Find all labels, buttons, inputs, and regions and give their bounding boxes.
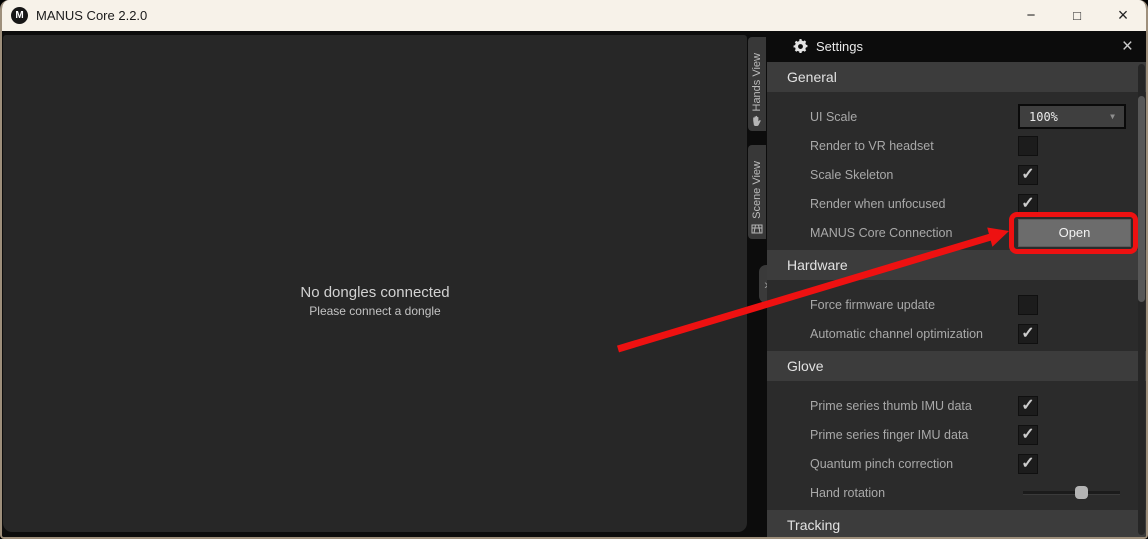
section-header-general: General [767,62,1146,92]
section-header-hardware: Hardware [767,250,1146,280]
hand-rotation-slider[interactable] [1023,486,1120,500]
section-header-tracking: Tracking [767,510,1146,537]
settings-header: Settings × [767,31,1146,62]
gear-icon [793,39,808,54]
row-quantum-pinch: Quantum pinch correction [767,449,1146,478]
slider-track [1023,491,1120,495]
row-label: MANUS Core Connection [810,226,1018,240]
row-label: Scale Skeleton [810,168,1018,182]
row-label: Hand rotation [810,486,1018,500]
scene-icon [751,223,763,235]
row-label: Prime series finger IMU data [810,428,1018,442]
quantum-pinch-checkbox[interactable] [1018,454,1038,474]
scrollbar-thumb[interactable] [1138,96,1145,302]
row-label: Automatic channel optimization [810,327,1018,341]
finger-imu-checkbox[interactable] [1018,425,1038,445]
main-viewport: No dongles connected Please connect a do… [3,35,747,532]
section-header-glove: Glove [767,351,1146,381]
window-controls: − □ × [1008,0,1146,31]
section-hardware-rows: Force firmware update Automatic channel … [767,280,1146,351]
row-hand-rotation: Hand rotation [767,478,1146,507]
view-tabstrip: Hands View Scene View [748,37,766,253]
row-label: Render to VR headset [810,139,1018,153]
connect-dongle-hint: Please connect a dongle [309,304,440,318]
titlebar: M MANUS Core 2.2.0 − □ × [2,0,1146,31]
window-title: MANUS Core 2.2.0 [36,8,147,23]
row-render-unfocused: Render when unfocused [767,189,1146,218]
scale-skeleton-checkbox[interactable] [1018,165,1038,185]
hand-icon [751,115,763,127]
row-scale-skeleton: Scale Skeleton [767,160,1146,189]
row-label: UI Scale [810,110,1018,124]
tab-scene-view-label: Scene View [751,161,763,219]
auto-channel-checkbox[interactable] [1018,324,1038,344]
close-window-button[interactable]: × [1100,0,1146,31]
slider-thumb[interactable] [1075,486,1088,499]
row-label: Render when unfocused [810,197,1018,211]
force-firmware-checkbox[interactable] [1018,295,1038,315]
row-label: Force firmware update [810,298,1018,312]
settings-title: Settings [816,39,863,54]
row-force-firmware: Force firmware update [767,290,1146,319]
maximize-button[interactable]: □ [1054,0,1100,31]
settings-panel: Settings × General UI Scale 100% Render … [767,31,1146,537]
tab-hands-view[interactable]: Hands View [748,37,766,131]
render-vr-checkbox[interactable] [1018,136,1038,156]
content-area: No dongles connected Please connect a do… [2,31,1146,537]
row-thumb-imu: Prime series thumb IMU data [767,391,1146,420]
render-unfocused-checkbox[interactable] [1018,194,1038,214]
row-auto-channel: Automatic channel optimization [767,319,1146,348]
section-glove-rows: Prime series thumb IMU data Prime series… [767,381,1146,510]
row-label: Quantum pinch correction [810,457,1018,471]
thumb-imu-checkbox[interactable] [1018,396,1038,416]
core-connection-open-button[interactable]: Open [1018,219,1131,247]
row-render-vr: Render to VR headset [767,131,1146,160]
tab-scene-view[interactable]: Scene View [748,145,766,239]
close-settings-icon[interactable]: × [1122,37,1133,56]
app-window: M MANUS Core 2.2.0 − □ × No dongles conn… [0,0,1148,539]
row-core-connection: MANUS Core Connection Open [767,218,1146,247]
manus-logo-icon: M [11,7,28,24]
no-dongles-message: No dongles connected [300,284,449,301]
row-finger-imu: Prime series finger IMU data [767,420,1146,449]
ui-scale-value: 100% [1029,110,1058,124]
minimize-button[interactable]: − [1008,0,1054,31]
row-ui-scale: UI Scale 100% [767,102,1146,131]
ui-scale-dropdown[interactable]: 100% [1018,104,1126,129]
row-label: Prime series thumb IMU data [810,399,1018,413]
section-general-rows: UI Scale 100% Render to VR headset Scale… [767,92,1146,250]
tab-hands-view-label: Hands View [751,53,763,112]
settings-scrollbar[interactable] [1138,64,1145,535]
